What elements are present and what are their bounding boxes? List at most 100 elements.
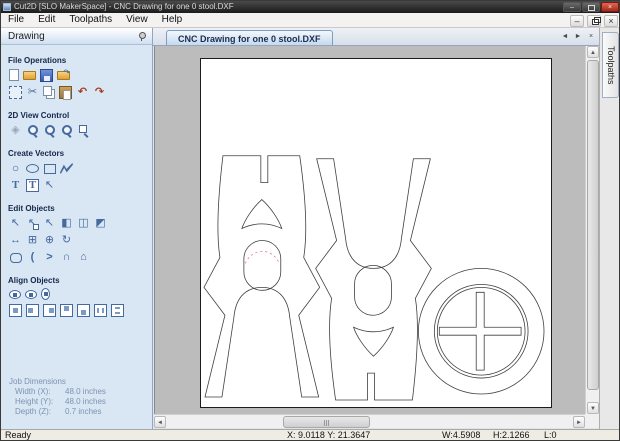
vertical-scrollbar[interactable]: ▲ ▼	[585, 46, 599, 414]
horizontal-scrollbar[interactable]: ◄ ►	[154, 414, 585, 428]
drawing-panel-header: Drawing	[1, 28, 152, 45]
status-selection-width: W:4.5908	[442, 430, 481, 440]
drawing-panel: Drawing File Operations ✂ ↶ ↷ 2D View Cont…	[1, 28, 153, 429]
align-right-icon[interactable]	[43, 304, 56, 317]
draw-rectangle-icon[interactable]	[43, 162, 56, 175]
menu-item-view[interactable]: View	[119, 13, 155, 27]
menu-item-toolpaths[interactable]: Toolpaths	[62, 13, 119, 27]
document-tab[interactable]: CNC Drawing for one 0 stool.DXF	[166, 30, 333, 45]
status-cursor-position: X: 9.0118 Y: 21.3647	[287, 430, 371, 440]
pan-view-icon[interactable]: ◈	[9, 124, 22, 137]
scale-tool-icon[interactable]: ↔	[9, 234, 22, 247]
space-vertical-icon[interactable]	[111, 304, 124, 317]
stool-side-panel-rotated[interactable]	[315, 158, 432, 401]
right-tab-strip: Toolpaths	[599, 28, 619, 429]
weld-vectors-icon[interactable]: ⌂	[77, 251, 90, 264]
node-edit-tool-icon[interactable]: ↖	[26, 217, 39, 230]
join-vectors-icon[interactable]: ∩	[60, 251, 73, 264]
status-selection-length: L:0	[544, 430, 557, 440]
import-vectors-icon[interactable]	[57, 66, 70, 80]
drawing-canvas[interactable]	[154, 46, 585, 414]
vector-drawing	[203, 155, 545, 401]
job-dimension-depth: Depth (Z): 0.7 inches	[15, 407, 102, 416]
status-bar: Ready X: 9.0118 Y: 21.3647 W:4.5908 H:2.…	[1, 429, 619, 440]
center-in-material-icon[interactable]	[9, 290, 21, 299]
job-setup-icon[interactable]	[9, 86, 22, 99]
align-horizontal-icon[interactable]	[25, 290, 37, 299]
copy-icon[interactable]	[43, 86, 52, 96]
draw-ellipse-icon[interactable]	[26, 162, 39, 175]
vertical-scroll-thumb[interactable]	[587, 60, 599, 390]
mdi-close-button[interactable]: ×	[604, 14, 618, 27]
draw-text-icon[interactable]: T	[9, 179, 22, 192]
mdi-restore-button[interactable]	[587, 14, 601, 27]
rotate-tool-icon[interactable]: ↻	[60, 234, 73, 247]
align-top-icon[interactable]	[60, 304, 73, 317]
select-text-tool-icon[interactable]: ↖	[43, 179, 56, 192]
close-button[interactable]: ×	[601, 2, 619, 12]
align-bottom-icon[interactable]	[77, 304, 90, 317]
new-file-icon[interactable]	[9, 69, 19, 81]
tab-close-icon[interactable]: ×	[586, 31, 596, 42]
section-title: 2D View Control	[8, 111, 70, 120]
align-vertical-icon[interactable]	[41, 288, 50, 300]
cut-icon[interactable]: ✂	[26, 86, 39, 99]
document-tab-bar: CNC Drawing for one 0 stool.DXF ◄ ► ×	[153, 28, 599, 46]
section-2d-view-control: 2D View Control ◈	[1, 111, 152, 138]
material-sheet[interactable]	[200, 58, 552, 408]
draw-polyline-icon[interactable]	[60, 163, 73, 174]
stool-seat[interactable]	[417, 267, 545, 395]
minimize-button[interactable]: –	[563, 2, 581, 12]
redo-icon[interactable]: ↷	[93, 86, 106, 99]
draw-text-in-box-icon[interactable]: T	[26, 179, 39, 192]
save-file-icon[interactable]	[40, 69, 53, 82]
menu-bar: File Edit Toolpaths View Help – ×	[1, 13, 619, 28]
zoom-box-icon[interactable]	[43, 124, 56, 137]
pin-icon[interactable]	[138, 32, 146, 41]
selection-highlight-arc	[245, 251, 280, 264]
span-edit-icon[interactable]: >	[43, 251, 56, 264]
job-dimension-height: Height (Y): 48.0 inches	[15, 397, 106, 406]
fillet-tool-icon[interactable]	[9, 251, 22, 264]
horizontal-scroll-thumb[interactable]	[283, 416, 370, 428]
mirror-tool-icon[interactable]: ◧	[60, 217, 73, 230]
set-size-tool-icon[interactable]: ⊞	[26, 234, 39, 247]
undo-icon[interactable]: ↶	[76, 86, 89, 99]
tab-toolpaths[interactable]: Toolpaths	[602, 32, 619, 98]
align-center-icon[interactable]	[9, 304, 22, 317]
job-dimensions-title: Job Dimensions	[9, 377, 66, 386]
mdi-minimize-button[interactable]: –	[570, 14, 584, 27]
section-align-objects: Align Objects	[1, 276, 152, 318]
space-horizontal-icon[interactable]	[94, 304, 107, 317]
tab-prev-icon[interactable]: ◄	[560, 31, 570, 42]
section-create-vectors: Create Vectors ○ T T ↖	[1, 149, 152, 193]
interactive-selection-icon[interactable]: ↖	[43, 217, 56, 230]
scroll-up-icon[interactable]: ▲	[587, 46, 599, 58]
align-left-icon[interactable]	[26, 304, 39, 317]
distort-tool-icon[interactable]: ◩	[94, 217, 107, 230]
scroll-left-icon[interactable]: ◄	[154, 416, 166, 428]
open-file-icon[interactable]	[23, 71, 36, 80]
maximize-button[interactable]	[582, 2, 600, 12]
zoom-selected-icon[interactable]	[60, 124, 73, 137]
section-title: File Operations	[8, 56, 67, 65]
menu-item-file[interactable]: File	[1, 13, 31, 27]
tab-next-icon[interactable]: ►	[573, 31, 583, 42]
zoom-interactive-icon[interactable]	[26, 124, 39, 137]
job-dimensions: Job Dimensions Width (X): 48.0 inches Hei…	[9, 377, 106, 417]
measure-tool-icon[interactable]: ◫	[77, 217, 90, 230]
menu-item-help[interactable]: Help	[155, 13, 190, 27]
arc-fit-icon[interactable]: (	[26, 251, 39, 264]
section-title: Create Vectors	[8, 149, 65, 158]
zoom-drawing-icon[interactable]	[77, 124, 90, 137]
status-ready: Ready	[5, 430, 32, 440]
paste-icon[interactable]	[59, 86, 72, 100]
menu-item-edit[interactable]: Edit	[31, 13, 62, 27]
scroll-right-icon[interactable]: ►	[573, 416, 585, 428]
scrollbar-corner	[585, 414, 599, 428]
select-tool-icon[interactable]: ↖	[9, 217, 22, 230]
scroll-down-icon[interactable]: ▼	[587, 402, 599, 414]
move-tool-icon[interactable]: ⊕	[43, 234, 56, 247]
stool-side-panel[interactable]	[203, 155, 321, 398]
draw-circle-icon[interactable]: ○	[9, 162, 22, 175]
